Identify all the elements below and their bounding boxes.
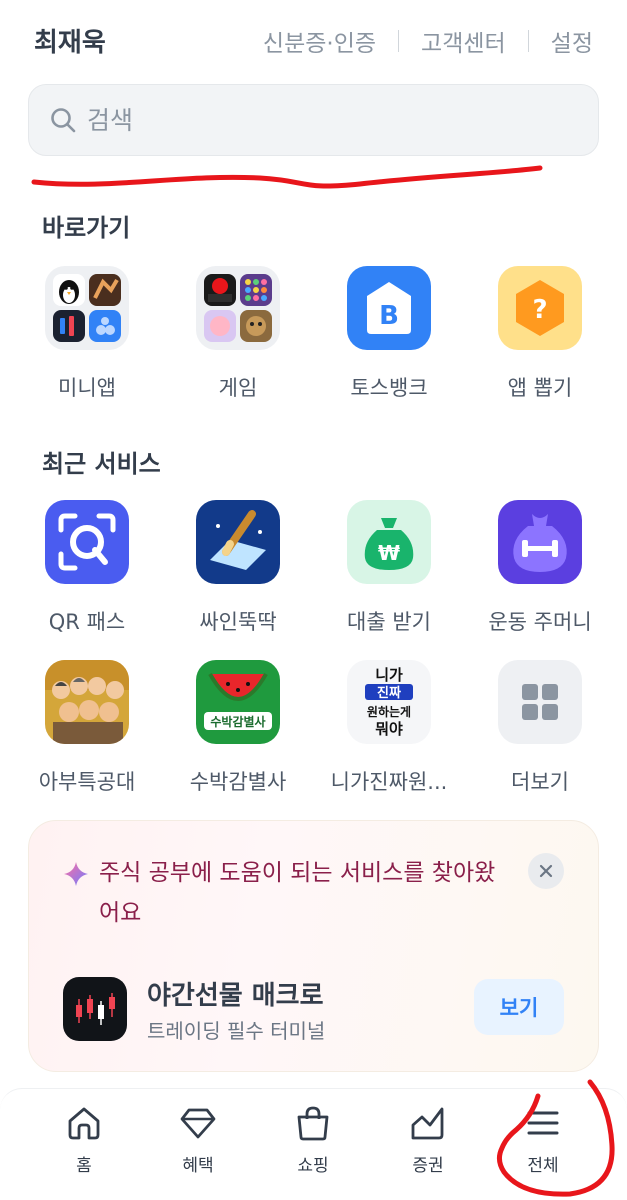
recent-niga-jinjja[interactable]: 니가 진짜 원하는게 뭐야 니가진짜원...: [314, 660, 464, 796]
recent-loan[interactable]: ₩ 대출 받기: [314, 500, 464, 636]
niga-line-1: 니가: [375, 666, 403, 684]
qr-pass-icon: [45, 500, 129, 584]
divider: [398, 30, 400, 52]
recent-label: QR 패스: [48, 610, 126, 634]
svg-text:₩: ₩: [378, 541, 400, 565]
recent-label: 아부특공대: [38, 770, 136, 794]
shortcut-app-draw[interactable]: ? 앱 뽑기: [465, 266, 615, 402]
nav-label: 쇼핑: [297, 1156, 329, 1176]
shortcut-mini-app[interactable]: 미니앱: [12, 266, 162, 402]
home-icon: [68, 1107, 100, 1140]
mini-app-icon: [45, 266, 129, 350]
stock-chart-icon: [411, 1107, 444, 1140]
shortcut-label: 게임: [218, 376, 258, 400]
nav-home[interactable]: 홈: [34, 1103, 134, 1176]
benefit-diamond-icon: [180, 1108, 216, 1139]
workout-pouch-icon: [498, 500, 582, 584]
nav-shopping[interactable]: 쇼핑: [263, 1103, 363, 1176]
stock-service-promo-card: 주식 공부에 도움이 되는 서비스를 찾아왔어요 야간선물 매크로 트레이딩 필…: [28, 820, 599, 1072]
promo-close-button[interactable]: [528, 853, 564, 889]
recent-row-1: QR 패스 싸인뚝딱 ₩ 대출 받기 운동 주머니: [0, 500, 627, 640]
app-draw-icon: ?: [498, 266, 582, 350]
recent-abu-squad[interactable]: 아부특공대: [12, 660, 162, 796]
customer-center-link[interactable]: 고객센터: [421, 24, 506, 58]
recent-more[interactable]: 더보기: [465, 660, 615, 796]
nav-label: 혜택: [182, 1156, 214, 1176]
niga-line-2: 진짜: [377, 685, 401, 701]
nav-label: 홈: [76, 1156, 92, 1176]
red-underline-annotation: [31, 165, 543, 189]
recent-qr-pass[interactable]: QR 패스: [12, 500, 162, 636]
nav-label: 증권: [412, 1156, 444, 1176]
toss-bank-icon: B: [347, 266, 431, 350]
shortcut-label: 토스뱅크: [350, 376, 428, 400]
recent-sign-ttukttak[interactable]: 싸인뚝딱: [163, 500, 313, 636]
promo-title: 주식 공부에 도움이 되는 서비스를 찾아왔어요: [99, 860, 496, 926]
recent-workout-pouch[interactable]: 운동 주머니: [465, 500, 615, 636]
header-links: 신분증·인증 고객센터 설정: [263, 24, 593, 58]
shortcut-label: 미니앱: [58, 376, 116, 400]
promo-view-button[interactable]: 보기: [474, 979, 564, 1035]
shortcut-game[interactable]: 게임: [163, 266, 313, 402]
nav-benefit[interactable]: 혜택: [148, 1103, 248, 1176]
recent-label: 니가진짜원...: [330, 770, 448, 794]
shortcut-label: 앱 뽑기: [507, 376, 573, 400]
loan-bag-icon: ₩: [347, 500, 431, 584]
user-name[interactable]: 최재욱: [34, 22, 106, 59]
sparkle-icon: [64, 862, 88, 886]
shortcuts-title: 바로가기: [42, 214, 131, 242]
niga-jinjja-icon: 니가 진짜 원하는게 뭐야: [347, 660, 431, 744]
more-grid-icon: [498, 660, 582, 744]
close-icon: [539, 864, 553, 878]
svg-text:?: ?: [532, 295, 547, 325]
watermelon-icon: 수박감별사: [196, 660, 280, 744]
nav-stocks[interactable]: 증권: [378, 1103, 478, 1176]
shortcut-toss-bank[interactable]: B 토스뱅크: [314, 266, 464, 402]
recent-label: 더보기: [511, 770, 569, 794]
red-circle-annotation: [496, 1079, 615, 1197]
recent-row-2: 아부특공대 수박감별사 수박감별사 니가 진짜 원하는게 뭐야 니가진짜원...: [0, 660, 627, 800]
recent-label: 수박감별사: [189, 770, 287, 794]
watermelon-icon-text: 수박감별사: [210, 714, 265, 729]
settings-link[interactable]: 설정: [551, 24, 593, 58]
shopping-bag-icon: [297, 1106, 329, 1141]
search-input[interactable]: [87, 105, 567, 135]
night-futures-icon: [63, 977, 127, 1041]
svg-text:B: B: [379, 301, 399, 331]
top-header: 최재욱 신분증·인증 고객센터 설정: [0, 0, 627, 80]
shortcuts-row: 미니앱 게임 B 토스뱅크 ? 앱 뽑기: [0, 266, 627, 406]
recent-services-title: 최근 서비스: [42, 450, 161, 478]
sign-pen-icon: [196, 500, 280, 584]
search-bar[interactable]: [28, 84, 599, 156]
search-icon: [51, 108, 76, 133]
id-verification-link[interactable]: 신분증·인증: [263, 24, 376, 58]
recent-label: 대출 받기: [347, 610, 431, 634]
promo-app-subtitle: 트레이딩 필수 터미널: [147, 1019, 326, 1043]
niga-line-3: 원하는게: [367, 704, 411, 719]
game-icon: [196, 266, 280, 350]
promo-app-name: 야간선물 매크로: [147, 981, 324, 1011]
recent-label: 싸인뚝딱: [199, 610, 277, 634]
recent-watermelon[interactable]: 수박감별사 수박감별사: [163, 660, 313, 796]
divider: [527, 30, 529, 52]
niga-line-4: 뭐야: [375, 720, 403, 738]
abu-squad-icon: [45, 660, 129, 744]
recent-label: 운동 주머니: [488, 610, 592, 634]
